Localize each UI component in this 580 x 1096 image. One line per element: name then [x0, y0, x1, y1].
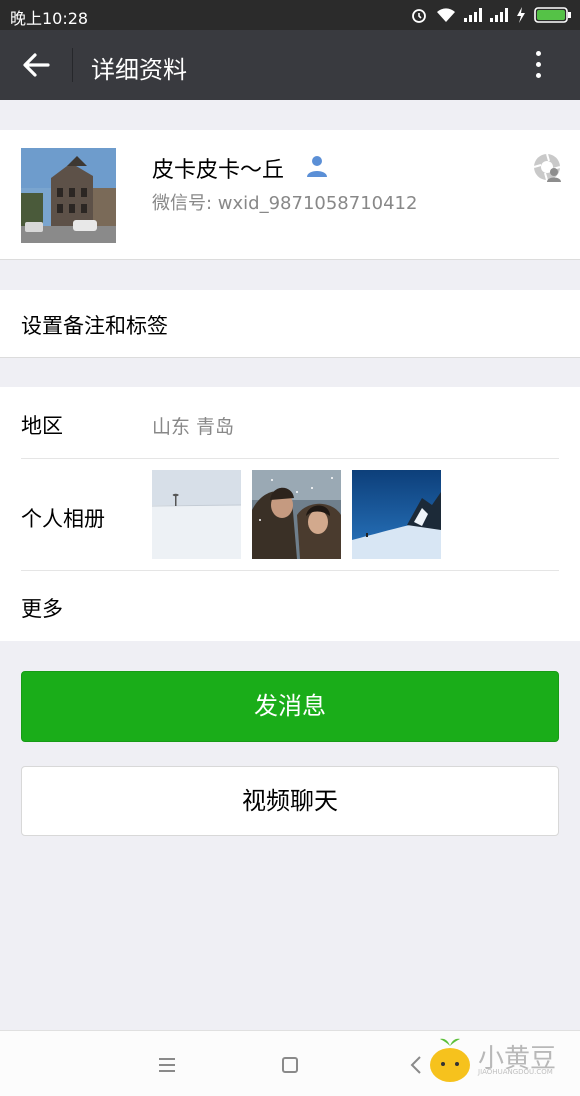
- wifi-icon: [437, 8, 455, 22]
- alarm-icon: [412, 9, 426, 23]
- bean-mascot-icon: [430, 1038, 470, 1082]
- signal-icon: [464, 8, 482, 22]
- set-remark-label: 设置备注和标签: [21, 314, 168, 338]
- title-divider: [72, 48, 73, 82]
- wechat-id: 微信号: wxid_9871058710412: [152, 193, 418, 214]
- send-message-button[interactable]: 发消息: [21, 671, 559, 742]
- battery-icon: [534, 7, 571, 23]
- title-bar: 详细资料: [0, 30, 580, 100]
- moments-shutter-icon[interactable]: [532, 152, 562, 182]
- menu-icon[interactable]: [155, 1053, 179, 1077]
- avatar[interactable]: [21, 148, 116, 243]
- more-vertical-icon[interactable]: [526, 48, 550, 82]
- watermark-logo: 小黄豆 JIAOHUANGDOU.COM: [428, 1034, 578, 1084]
- album-photo-1[interactable]: [152, 470, 241, 559]
- watermark-subtext: JIAOHUANGDOU.COM: [478, 1068, 553, 1076]
- info-section: 地区 山东 青岛 个人相册 更多: [0, 387, 580, 641]
- back-arrow-icon[interactable]: [18, 47, 54, 83]
- divider: [21, 570, 559, 571]
- more-label[interactable]: 更多: [21, 593, 63, 623]
- status-icons: [410, 6, 572, 24]
- status-time: 晚上10:28: [10, 9, 89, 28]
- profile-card[interactable]: 皮卡皮卡～丘 微信号: wxid_9871058710412: [0, 130, 580, 260]
- album-photo-2[interactable]: [252, 470, 341, 559]
- person-icon: [307, 156, 327, 177]
- video-chat-button[interactable]: 视频聊天: [21, 766, 559, 836]
- set-remark-row[interactable]: 设置备注和标签: [0, 290, 580, 358]
- divider: [21, 458, 559, 459]
- home-icon[interactable]: [278, 1053, 302, 1077]
- album-label: 个人相册: [21, 507, 105, 531]
- album-photo-3[interactable]: [352, 470, 441, 559]
- region-label: 地区: [21, 414, 63, 438]
- region-value: 山东 青岛: [152, 416, 235, 438]
- nickname: 皮卡皮卡～丘: [152, 158, 285, 183]
- signal-icon: [490, 8, 508, 22]
- status-bar: 晚上10:28: [0, 0, 580, 30]
- charging-icon: [517, 7, 525, 23]
- back-icon[interactable]: [405, 1053, 429, 1077]
- page-title: 详细资料: [91, 56, 187, 84]
